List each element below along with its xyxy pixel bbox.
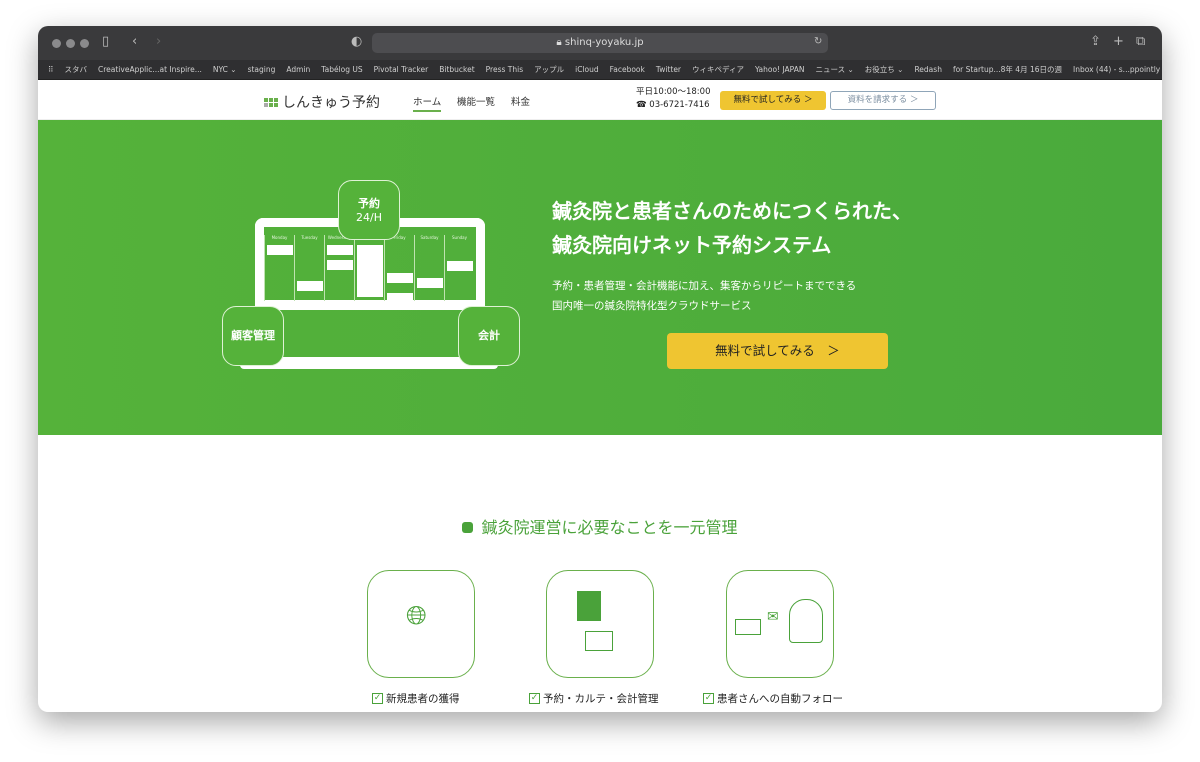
bookmark-item[interactable]: お役立ち ⌄ bbox=[865, 64, 904, 75]
calendar-appointment bbox=[357, 245, 383, 297]
bookmark-item[interactable]: Twitter bbox=[656, 65, 681, 74]
calendar-day-column: Wednesday bbox=[324, 235, 354, 301]
mail-icon: ✉︎ bbox=[767, 609, 779, 625]
check-icon: ✓ bbox=[703, 693, 714, 704]
check-icon: ✓ bbox=[372, 693, 383, 704]
bookmark-item[interactable]: スタバ bbox=[65, 64, 88, 75]
bookmark-item[interactable]: Tabélog US bbox=[321, 65, 362, 74]
folder-icon bbox=[577, 591, 601, 621]
calendar-appointment bbox=[387, 293, 413, 303]
feature-label-acquisition: ✓ 新規患者の獲得 bbox=[372, 693, 460, 705]
request-docs-button[interactable]: 資料を請求する ＞ bbox=[830, 91, 936, 110]
bookmark-item[interactable]: Pivotal Tracker bbox=[374, 65, 429, 74]
forward-icon[interactable]: › bbox=[156, 34, 161, 49]
bookmark-item[interactable]: iCloud bbox=[575, 65, 599, 74]
title-bar: ▯ ‹ › ◐ 🔒︎ shinq-yoyaku.jp ↻ ⇪ + ⧉ bbox=[38, 26, 1162, 60]
badge-booking: 予約 24/H bbox=[338, 180, 400, 240]
calendar-day-column: Sunday bbox=[444, 235, 474, 301]
calendar-appointment bbox=[297, 281, 323, 291]
badge-billing: 会計 bbox=[458, 306, 520, 366]
calendar-day-column: Friday bbox=[384, 235, 414, 303]
minimize-button[interactable] bbox=[66, 39, 75, 48]
calendar-day-label: Tuesday bbox=[301, 235, 318, 240]
business-hours: 平日10:00〜18:00 bbox=[636, 87, 711, 97]
laptop-icon bbox=[585, 631, 613, 651]
calendar-appointment bbox=[447, 261, 473, 271]
bookmark-item[interactable]: CreativeApplic...at Inspire... bbox=[98, 65, 202, 74]
features-title: 鍼灸院運営に必要なことを一元管理 bbox=[38, 514, 1162, 538]
bookmark-item[interactable]: ニュース ⌄ bbox=[815, 64, 853, 75]
nav-pricing[interactable]: 料金 bbox=[511, 94, 530, 108]
logo-icon bbox=[264, 97, 278, 107]
share-icon[interactable]: ⇪ bbox=[1090, 34, 1101, 49]
calendar-day-label: Monday bbox=[271, 235, 288, 240]
person-icon bbox=[789, 599, 823, 643]
calendar-day-label: Saturday bbox=[420, 235, 439, 240]
browser-window: ▯ ‹ › ◐ 🔒︎ shinq-yoyaku.jp ↻ ⇪ + ⧉ ⠿ スタバ… bbox=[38, 26, 1162, 712]
bookmark-item[interactable]: Bitbucket bbox=[439, 65, 474, 74]
feature-icon-followup: ✉︎ bbox=[726, 570, 834, 678]
bookmarks-bar: ⠿ スタバ CreativeApplic...at Inspire... NYC ⌄… bbox=[38, 60, 1162, 80]
new-tab-icon[interactable]: + bbox=[1113, 34, 1124, 49]
calendar-day-column: Monday bbox=[264, 235, 294, 301]
laptop-icon bbox=[735, 619, 761, 635]
logo[interactable]: しんきゅう予約 bbox=[264, 92, 380, 112]
calendar-appointment bbox=[387, 273, 413, 283]
logo-text: しんきゅう予約 bbox=[282, 95, 380, 111]
calendar-appointment bbox=[267, 245, 293, 255]
tabs-overview-icon[interactable]: ⧉ bbox=[1136, 34, 1145, 49]
address-bar[interactable]: 🔒︎ shinq-yoyaku.jp bbox=[372, 33, 828, 53]
hero-section: Monday Tuesday WednesdayThursdayFriday Satu… bbox=[38, 120, 1162, 435]
lock-icon: 🔒︎ bbox=[556, 37, 565, 48]
leaf-icon bbox=[462, 522, 474, 533]
hero-title: 鍼灸院と患者さんのためにつくられた、 鍼灸院向けネット予約システム bbox=[552, 199, 912, 257]
bookmark-item[interactable]: NYC ⌄ bbox=[213, 65, 237, 74]
hero-subtitle: 予約・患者管理・会計機能に加え、集客からリピートまでできる 国内唯一の鍼灸院特化型… bbox=[552, 280, 857, 312]
nav-home[interactable]: ホーム bbox=[413, 94, 442, 112]
calendar-day-column: Saturday bbox=[414, 235, 444, 301]
feature-label-management: ✓ 予約・カルテ・会計管理 bbox=[529, 693, 659, 705]
bookmark-item[interactable]: Inbox (44) - s...ppointly Mail bbox=[1073, 65, 1162, 74]
hero-free-trial-button[interactable]: 無料で試してみる ＞ bbox=[667, 333, 888, 369]
site-header: しんきゅう予約 ホーム 機能一覧 料金 平日10:00〜18:00 ☎ 03-6… bbox=[38, 80, 1162, 120]
bookmark-item[interactable]: ウィキペディア bbox=[692, 64, 744, 75]
bookmark-item[interactable]: Yahoo! JAPAN bbox=[755, 65, 804, 74]
bookmark-item[interactable]: Press This bbox=[486, 65, 523, 74]
check-icon: ✓ bbox=[529, 693, 540, 704]
feature-icon-management bbox=[546, 570, 654, 678]
close-button[interactable] bbox=[52, 39, 61, 48]
zoom-button[interactable] bbox=[80, 39, 89, 48]
calendar-day-label: Sunday bbox=[452, 235, 467, 240]
nav-features[interactable]: 機能一覧 bbox=[457, 94, 495, 108]
apps-grid-icon[interactable]: ⠿ bbox=[48, 65, 54, 74]
back-icon[interactable]: ‹ bbox=[132, 34, 137, 49]
bookmark-item[interactable]: アップル bbox=[534, 64, 564, 75]
laptop-bezel bbox=[264, 300, 476, 310]
bookmark-item[interactable]: Facebook bbox=[610, 65, 645, 74]
shield-icon[interactable]: ◐ bbox=[351, 34, 362, 49]
bookmark-item[interactable]: for Startup...8年 4月 16日の週 bbox=[953, 64, 1062, 75]
phone-icon: ☎ bbox=[636, 100, 647, 110]
bookmark-item[interactable]: Admin bbox=[286, 65, 310, 74]
bookmark-item[interactable]: Redash bbox=[914, 65, 942, 74]
bookmark-item[interactable]: staging bbox=[248, 65, 276, 74]
feature-label-followup: ✓ 患者さんへの自動フォロー bbox=[703, 693, 843, 705]
phone-number[interactable]: 03-6721-7416 bbox=[649, 100, 709, 110]
calendar-appointment bbox=[327, 260, 353, 270]
sidebar-icon[interactable]: ▯ bbox=[102, 34, 109, 49]
url-text: shinq-yoyaku.jp bbox=[564, 37, 644, 48]
free-trial-button[interactable]: 無料で試してみる ＞ bbox=[720, 91, 826, 110]
calendar-day-column: Thursday bbox=[354, 235, 384, 301]
badge-customers: 顧客管理 bbox=[222, 306, 284, 366]
calendar: Monday Tuesday WednesdayThursdayFriday Satu… bbox=[264, 235, 476, 303]
contact-info: 平日10:00〜18:00 ☎ 03-6721-7416 bbox=[636, 86, 711, 112]
calendar-day-column: Tuesday bbox=[294, 235, 324, 301]
calendar-appointment bbox=[417, 278, 443, 288]
feature-icon-acquisition: 🌐︎ bbox=[367, 570, 475, 678]
calendar-appointment bbox=[327, 245, 353, 255]
people-globe-icon: 🌐︎ bbox=[406, 601, 427, 631]
reload-icon[interactable]: ↻ bbox=[814, 36, 822, 47]
